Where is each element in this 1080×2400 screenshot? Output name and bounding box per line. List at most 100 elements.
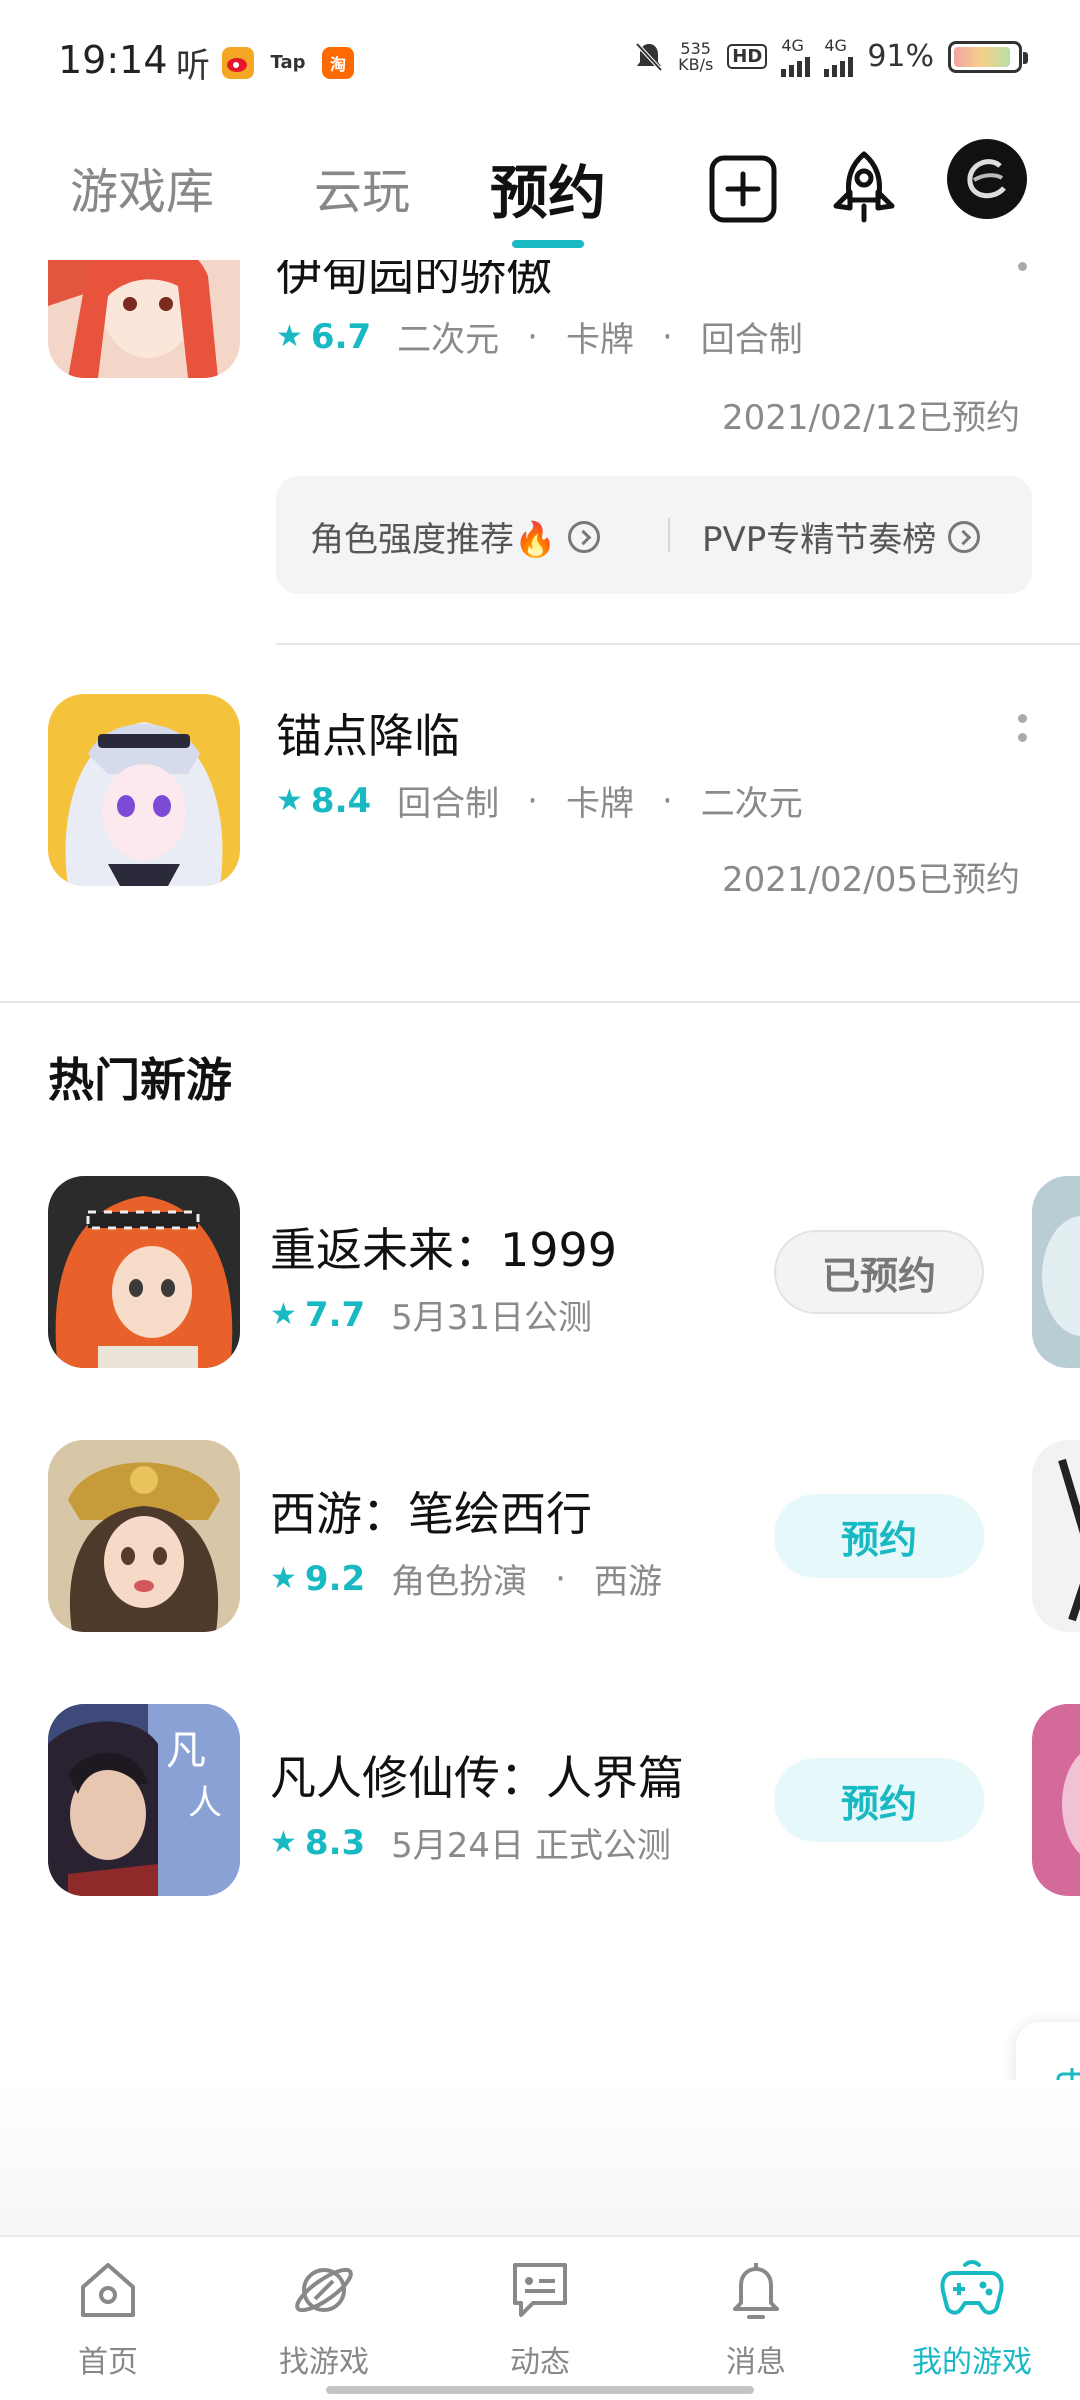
section-divider bbox=[0, 1001, 1080, 1003]
network-type-2: 4G bbox=[824, 36, 847, 55]
game-meta: ★ 8.4 回合制 · 卡牌 · 二次元 bbox=[276, 776, 803, 825]
listen-app-icon: 听 bbox=[176, 46, 210, 86]
nav-find-games[interactable]: 找游戏 bbox=[244, 2257, 404, 2381]
game-score: ★ 9.2 bbox=[270, 1559, 365, 1599]
game-thumbnail-peek[interactable] bbox=[1032, 1440, 1080, 1632]
game-thumbnail: 凡 人 bbox=[48, 1704, 240, 1896]
game-title[interactable]: 重返未来：1999 bbox=[270, 1214, 617, 1280]
tab-library[interactable]: 游戏库 bbox=[70, 152, 214, 222]
more-options-icon[interactable] bbox=[1016, 262, 1028, 332]
score-value: 6.7 bbox=[310, 316, 372, 357]
svg-text:人: 人 bbox=[188, 1783, 222, 1823]
nav-my-games[interactable]: 我的游戏 bbox=[892, 2257, 1052, 2381]
star-icon: ★ bbox=[276, 783, 303, 818]
more-options-icon[interactable] bbox=[1016, 714, 1028, 784]
nav-feed[interactable]: 动态 bbox=[460, 2257, 620, 2381]
system-icons: 535 KB/s HD 4G 4G 91% bbox=[634, 36, 1028, 77]
tag-separator: · bbox=[661, 780, 673, 821]
game-tag: 二次元 bbox=[397, 320, 500, 360]
score-value: 8.3 bbox=[304, 1822, 366, 1863]
battery-icon bbox=[948, 40, 1028, 73]
nav-home[interactable]: 首页 bbox=[28, 2257, 188, 2381]
game-thumbnail bbox=[48, 694, 240, 886]
game-title[interactable]: 西游：笔绘西行 bbox=[270, 1478, 592, 1544]
arrow-circle-icon bbox=[948, 520, 981, 553]
reserve-date: 2021/02/05已预约 bbox=[722, 860, 1020, 900]
game-tag: 卡牌 bbox=[565, 320, 634, 360]
tag-separator: · bbox=[527, 316, 538, 357]
game-tag: 5月24日 正式公测 bbox=[391, 1826, 671, 1866]
signal-bars-icon bbox=[781, 55, 811, 77]
tab-indicator bbox=[512, 240, 584, 248]
tag-separator: · bbox=[661, 316, 673, 357]
tool-link-pvp-rank[interactable]: PVP专精节奏榜 bbox=[702, 512, 981, 561]
game-tools-card: 角色强度推荐🔥 PVP专精节奏榜 bbox=[276, 476, 1032, 594]
tab-cloud[interactable]: 云玩 bbox=[314, 152, 410, 222]
game-tag: 西游 bbox=[593, 1562, 662, 1602]
game-thumbnail bbox=[48, 1176, 240, 1368]
status-time: 19:14 bbox=[58, 38, 168, 82]
bottom-nav: 首页 找游戏 动态 消息 我的游戏 bbox=[0, 2235, 1080, 2400]
game-thumbnail-peek[interactable] bbox=[1032, 1176, 1080, 1368]
game-thumbnail bbox=[48, 260, 240, 378]
star-icon: ★ bbox=[270, 1561, 297, 1596]
reserve-date: 2021/02/12已预约 bbox=[722, 398, 1020, 438]
game-tag: 5月31日公测 bbox=[391, 1298, 593, 1338]
bell-icon bbox=[733, 2263, 779, 2319]
nav-label: 找游戏 bbox=[279, 2345, 369, 2380]
gamepad-icon bbox=[940, 2260, 1004, 2315]
home-icon bbox=[81, 2263, 135, 2317]
nav-label: 首页 bbox=[78, 2345, 138, 2380]
arrow-circle-icon bbox=[568, 520, 601, 553]
section-title: 热门新游 bbox=[48, 1053, 232, 1107]
star-icon: ★ bbox=[276, 319, 303, 354]
avatar[interactable] bbox=[946, 138, 1028, 220]
reserve-button[interactable]: 预约 bbox=[774, 1758, 984, 1842]
bell-muted-icon bbox=[635, 42, 663, 71]
notification-icons: 听 Tap 淘 bbox=[176, 38, 354, 87]
battery-percent: 91% bbox=[867, 39, 934, 74]
game-meta: ★ 8.3 5月24日 正式公测 bbox=[270, 1818, 671, 1867]
home-indicator bbox=[326, 2386, 754, 2394]
content-scroll[interactable]: 伊甸园的骄傲 ★ 6.7 二次元 · 卡牌 · 回合制 2021/02/12已预约… bbox=[0, 260, 1080, 2235]
game-tag: 角色扮演 bbox=[391, 1562, 528, 1602]
game-score: ★ 8.3 bbox=[270, 1823, 365, 1863]
network-type-1: 4G bbox=[781, 36, 804, 55]
game-score: ★ 8.4 bbox=[276, 781, 371, 821]
tap-app-icon: Tap bbox=[270, 52, 306, 73]
score-value: 8.4 bbox=[310, 780, 372, 821]
game-title[interactable]: 伊甸园的骄傲 bbox=[276, 260, 552, 304]
tool-label: 角色强度推荐🔥 bbox=[310, 520, 557, 560]
score-value: 9.2 bbox=[304, 1558, 366, 1599]
star-icon: ★ bbox=[270, 1297, 297, 1332]
score-value: 7.7 bbox=[304, 1294, 366, 1335]
game-title[interactable]: 凡人修仙传：人界篇 bbox=[270, 1742, 684, 1808]
tool-link-role-strength[interactable]: 角色强度推荐🔥 bbox=[310, 512, 601, 561]
game-meta: ★ 7.7 5月31日公测 bbox=[270, 1290, 592, 1339]
signal-bars-icon bbox=[824, 55, 854, 77]
nav-messages[interactable]: 消息 bbox=[676, 2257, 836, 2381]
weibo-app-icon bbox=[222, 46, 254, 79]
network-speed: 535 KB/s bbox=[678, 40, 714, 74]
game-score: ★ 7.7 bbox=[270, 1295, 365, 1335]
rocket-icon[interactable] bbox=[824, 148, 904, 228]
speed-unit: KB/s bbox=[678, 54, 714, 74]
tag-separator: · bbox=[527, 780, 538, 821]
tag-separator: · bbox=[555, 1558, 566, 1599]
hd-icon: HD bbox=[727, 44, 768, 69]
signal-1: 4G bbox=[781, 36, 811, 77]
planet-icon bbox=[295, 2267, 353, 2313]
reserved-button[interactable]: 已预约 bbox=[774, 1230, 984, 1314]
reserve-button[interactable]: 预约 bbox=[774, 1494, 984, 1578]
game-title[interactable]: 锚点降临 bbox=[276, 700, 460, 766]
nav-label: 消息 bbox=[726, 2345, 786, 2380]
chat-bubble-icon bbox=[513, 2263, 567, 2317]
tab-reserve[interactable]: 预约 bbox=[490, 146, 606, 230]
game-tag: 回合制 bbox=[700, 320, 803, 360]
game-thumbnail-peek[interactable] bbox=[1032, 1704, 1080, 1896]
game-score: ★ 6.7 bbox=[276, 317, 371, 357]
add-icon[interactable] bbox=[704, 148, 784, 228]
nav-label: 动态 bbox=[510, 2345, 570, 2380]
game-tag: 卡牌 bbox=[565, 784, 634, 824]
nav-label: 我的游戏 bbox=[912, 2345, 1032, 2380]
